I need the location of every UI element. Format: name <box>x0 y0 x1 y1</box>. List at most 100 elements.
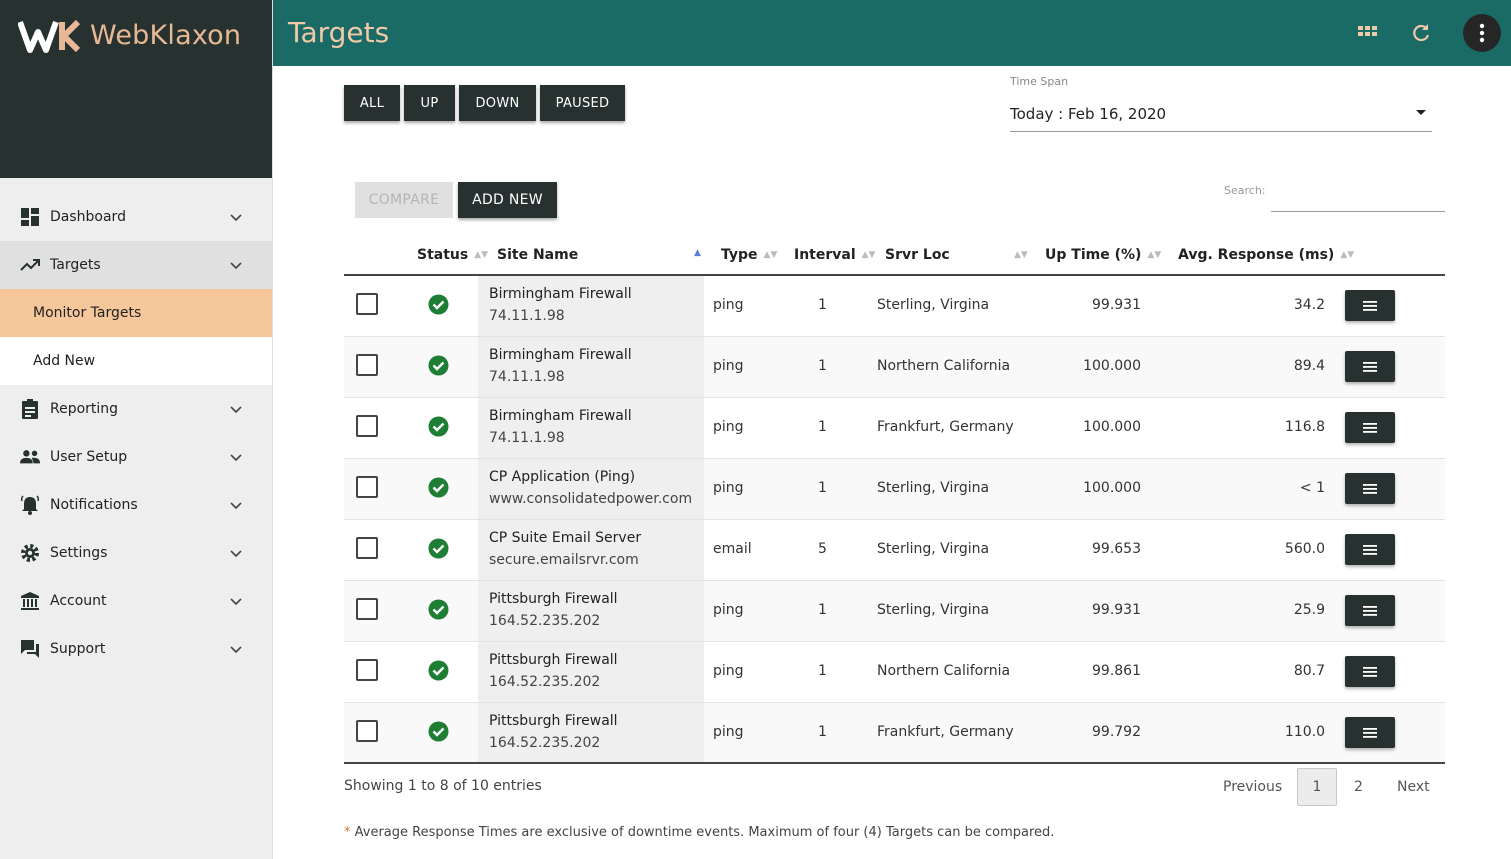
more-vert-icon[interactable] <box>1463 14 1501 52</box>
sort-icon: ▲▼ <box>1147 250 1162 260</box>
sidebar-item-label: Targets <box>50 257 101 273</box>
hamburger-menu-icon <box>1363 544 1377 555</box>
sort-icon: ▲▼ <box>763 250 778 260</box>
pagination-next[interactable]: Next <box>1397 768 1430 806</box>
column-header-label: Interval <box>794 247 856 263</box>
filter-up-button[interactable]: UP <box>404 85 455 121</box>
avg-response-cell: 560.0 <box>1284 541 1325 557</box>
row-menu-button[interactable] <box>1345 290 1395 321</box>
row-menu-button[interactable] <box>1345 473 1395 504</box>
sidebar-item-user-setup[interactable]: User Setup <box>0 433 272 481</box>
column-header-uptime[interactable]: Up Time (%) ▲▼ <box>1045 247 1161 263</box>
type-cell: ping <box>713 480 744 496</box>
add-new-button[interactable]: ADD NEW <box>458 182 557 218</box>
column-header-status[interactable]: Status ▲▼ <box>417 247 488 263</box>
row-checkbox[interactable] <box>356 415 378 437</box>
sidebar-item-settings[interactable]: Settings <box>0 529 272 577</box>
filter-all-button[interactable]: ALL <box>344 85 400 121</box>
chevron-down-icon <box>230 502 242 510</box>
timespan-select[interactable]: Today : Feb 16, 2020 <box>1010 96 1432 132</box>
hamburger-menu-icon <box>1363 300 1377 311</box>
column-header-site-name[interactable]: Site Name <box>497 247 578 263</box>
chevron-down-icon <box>230 406 242 414</box>
search-label: Search: <box>1224 184 1266 197</box>
sidebar-item-support[interactable]: Support <box>0 625 272 673</box>
row-checkbox[interactable] <box>356 476 378 498</box>
sidebar: WebKlaxon Dashboard Targets Monitor Targ… <box>0 0 273 859</box>
column-header-avg-response[interactable]: Avg. Response (ms) ▲▼ <box>1178 247 1354 263</box>
footnote: * Average Response Times are exclusive o… <box>344 825 1054 840</box>
filter-down-button[interactable]: DOWN <box>459 85 536 121</box>
column-header-label: Avg. Response (ms) <box>1178 247 1335 263</box>
site-host: 164.52.235.202 <box>489 674 601 690</box>
column-header-interval[interactable]: Interval ▲▼ <box>794 247 875 263</box>
sidebar-subitem-monitor-targets[interactable]: Monitor Targets <box>0 289 272 337</box>
row-checkbox[interactable] <box>356 537 378 559</box>
sidebar-item-reporting[interactable]: Reporting <box>0 385 272 433</box>
uptime-cell: 99.653 <box>1092 541 1141 557</box>
row-checkbox[interactable] <box>356 720 378 742</box>
brand-name: WebKlaxon <box>90 20 242 51</box>
site-name-cell-bg <box>478 276 704 336</box>
grid-icon[interactable] <box>1355 21 1379 45</box>
avg-response-cell: 89.4 <box>1293 358 1325 374</box>
row-menu-button[interactable] <box>1345 717 1395 748</box>
footnote-text: Average Response Times are exclusive of … <box>350 825 1055 840</box>
row-menu-button[interactable] <box>1345 351 1395 382</box>
sort-icon: ▲▼ <box>474 250 489 260</box>
site-name-cell-bg <box>478 398 704 458</box>
sort-icon: ▲▼ <box>861 250 876 260</box>
refresh-icon[interactable] <box>1409 21 1433 45</box>
uptime-cell: 99.861 <box>1092 663 1141 679</box>
site-name-cell-bg <box>478 703 704 763</box>
row-menu-button[interactable] <box>1345 656 1395 687</box>
avg-response-cell: 25.9 <box>1293 602 1325 618</box>
bell-icon <box>20 495 40 515</box>
type-cell: ping <box>713 419 744 435</box>
type-cell: ping <box>713 602 744 618</box>
row-checkbox[interactable] <box>356 354 378 376</box>
row-menu-button[interactable] <box>1345 534 1395 565</box>
uptime-cell: 100.000 <box>1083 358 1141 374</box>
sidebar-item-account[interactable]: Account <box>0 577 272 625</box>
column-header-label: Srvr Loc <box>885 247 950 263</box>
status-check-icon <box>428 477 449 498</box>
table-row: Pittsburgh Firewall 164.52.235.202 ping … <box>344 581 1445 642</box>
row-menu-button[interactable] <box>1345 595 1395 626</box>
top-app-bar: Targets <box>273 0 1511 66</box>
brand-header: WebKlaxon <box>0 0 272 178</box>
table-body: Birmingham Firewall 74.11.1.98 ping 1 St… <box>344 276 1445 764</box>
trending-up-icon <box>20 255 40 275</box>
column-header-label: Type <box>721 247 758 263</box>
webklaxon-logo-icon <box>18 19 80 53</box>
column-header-srvr-loc[interactable]: Srvr Loc <box>885 247 950 263</box>
dropdown-arrow-icon <box>1416 110 1426 115</box>
row-checkbox[interactable] <box>356 659 378 681</box>
column-header-label: Status <box>417 247 469 263</box>
timespan-label: Time Span <box>1010 75 1069 88</box>
sidebar-item-targets[interactable]: Targets <box>0 241 272 289</box>
chevron-down-icon <box>230 262 242 270</box>
interval-cell: 1 <box>818 724 827 740</box>
sidebar-item-notifications[interactable]: Notifications <box>0 481 272 529</box>
site-host: 74.11.1.98 <box>489 430 565 446</box>
column-header-type[interactable]: Type ▲▼ <box>721 247 777 263</box>
row-checkbox[interactable] <box>356 293 378 315</box>
row-menu-button[interactable] <box>1345 412 1395 443</box>
compare-button[interactable]: COMPARE <box>355 182 453 218</box>
avg-response-cell: 34.2 <box>1293 297 1325 313</box>
row-checkbox[interactable] <box>356 598 378 620</box>
sidebar-item-dashboard[interactable]: Dashboard <box>0 193 272 241</box>
pagination-previous[interactable]: Previous <box>1223 768 1282 806</box>
chevron-down-icon <box>230 214 242 222</box>
search-input[interactable] <box>1271 180 1445 212</box>
interval-cell: 1 <box>818 602 827 618</box>
filter-paused-button[interactable]: PAUSED <box>540 85 625 121</box>
interval-cell: 5 <box>818 541 827 557</box>
pagination-page-1[interactable]: 1 <box>1297 768 1337 806</box>
status-check-icon <box>428 660 449 681</box>
sort-icon: ▲▼ <box>1340 250 1355 260</box>
pagination-page-2[interactable]: 2 <box>1354 768 1363 806</box>
sidebar-subitem-add-new[interactable]: Add New <box>0 337 272 385</box>
site-name: Birmingham Firewall <box>489 347 632 363</box>
